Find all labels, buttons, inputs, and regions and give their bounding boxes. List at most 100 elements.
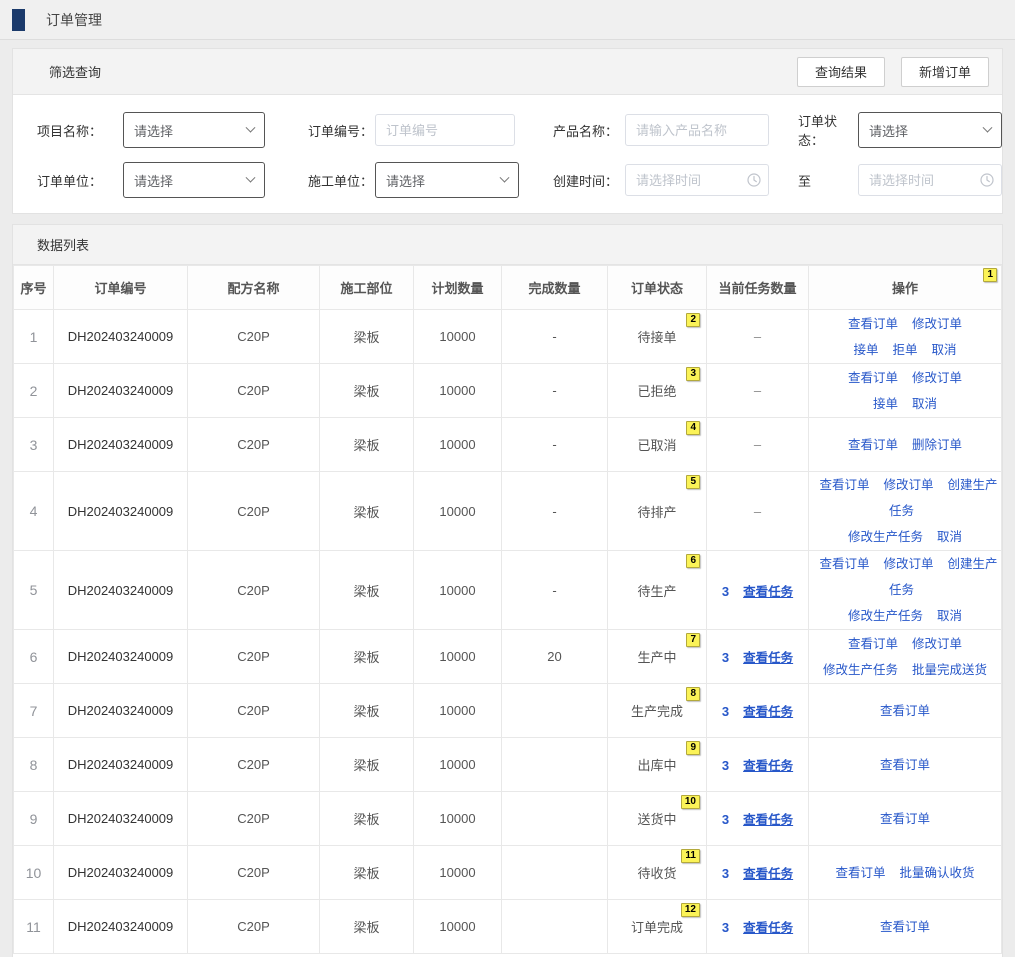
construction-unit-select[interactable]: 请选择 <box>375 162 519 198</box>
action-link[interactable]: 查看订单 <box>880 704 930 718</box>
action-link[interactable]: 删除订单 <box>912 438 962 452</box>
planned-qty-cell: 10000 <box>414 418 502 472</box>
completed-qty-cell <box>502 684 608 738</box>
action-link[interactable]: 修改生产任务 <box>823 663 898 677</box>
status-cell: 7生产中 <box>608 630 707 684</box>
view-tasks-link[interactable]: 查看任务 <box>743 651 793 665</box>
annotation-marker: 11 <box>681 849 700 863</box>
action-link[interactable]: 修改订单 <box>912 637 962 651</box>
actions-cell: 查看订单 <box>809 792 1002 846</box>
project-name-select[interactable]: 请选择 <box>123 112 265 148</box>
planned-qty-cell: 10000 <box>414 364 502 418</box>
order-unit-label: 订单单位： <box>37 171 123 190</box>
table-row: 7DH202403240009C20P梁板100008生产完成3查看任务查看订单 <box>14 684 1002 738</box>
view-tasks-link[interactable]: 查看任务 <box>743 585 793 599</box>
order-status-select[interactable]: 请选择 <box>858 112 1002 148</box>
annotation-marker: 5 <box>686 475 700 489</box>
order-unit-select[interactable]: 请选择 <box>123 162 265 198</box>
completed-qty-cell <box>502 792 608 846</box>
action-link[interactable]: 修改生产任务 <box>848 530 923 544</box>
action-line: 查看订单 <box>809 698 1001 724</box>
action-link[interactable]: 查看订单 <box>880 920 930 934</box>
completed-qty-cell: - <box>502 418 608 472</box>
completed-qty-cell <box>502 738 608 792</box>
action-link[interactable]: 取消 <box>912 397 937 411</box>
action-link[interactable]: 修改订单 <box>912 371 962 385</box>
query-results-button[interactable]: 查询结果 <box>797 57 885 87</box>
action-link[interactable]: 查看订单 <box>848 317 898 331</box>
action-link[interactable]: 查看订单 <box>848 371 898 385</box>
task-dash: – <box>754 437 761 452</box>
task-count-cell: – <box>707 364 809 418</box>
task-dash: – <box>754 383 761 398</box>
action-link[interactable]: 接单 <box>873 397 898 411</box>
add-order-button[interactable]: 新增订单 <box>901 57 989 87</box>
actions-cell: 查看订单 <box>809 738 1002 792</box>
action-link[interactable]: 批量完成送货 <box>912 663 987 677</box>
recipe-cell: C20P <box>188 900 320 954</box>
status-cell: 4已取消 <box>608 418 707 472</box>
clock-icon <box>747 173 761 187</box>
view-tasks-link[interactable]: 查看任务 <box>743 759 793 773</box>
action-link[interactable]: 接单 <box>853 343 878 357</box>
order-no-cell: DH202403240009 <box>54 684 188 738</box>
action-link[interactable]: 查看订单 <box>819 478 869 492</box>
table-row: 1DH202403240009C20P梁板10000-2待接单–查看订单修改订单… <box>14 310 1002 364</box>
planned-qty-cell: 10000 <box>414 792 502 846</box>
view-tasks-link[interactable]: 查看任务 <box>743 813 793 827</box>
table-row: 2DH202403240009C20P梁板10000-3已拒绝–查看订单修改订单… <box>14 364 1002 418</box>
action-link[interactable]: 查看订单 <box>835 866 885 880</box>
actions-cell: 查看订单 批量确认收货 <box>809 846 1002 900</box>
recipe-cell: C20P <box>188 846 320 900</box>
completed-qty-cell: - <box>502 551 608 630</box>
filter-section: 筛选查询 查询结果 新增订单 项目名称： 请选择 订单编号： <box>12 48 1003 214</box>
action-link[interactable]: 查看订单 <box>880 758 930 772</box>
action-line: 查看订单修改订单创建生产任务 <box>809 472 1001 524</box>
action-link[interactable]: 修改生产任务 <box>848 609 923 623</box>
status-cell: 8生产完成 <box>608 684 707 738</box>
actions-cell: 查看订单修改订单创建生产任务修改生产任务取消 <box>809 472 1002 551</box>
status-text: 送货中 <box>637 812 676 827</box>
column-header: 订单编号 <box>54 266 188 310</box>
chevron-down-icon <box>246 172 256 182</box>
part-cell: 梁板 <box>320 684 414 738</box>
task-count: 3 <box>722 758 729 773</box>
table-row: 10DH202403240009C20P梁板1000011待收货3查看任务查看订… <box>14 846 1002 900</box>
view-tasks-link[interactable]: 查看任务 <box>743 921 793 935</box>
column-header: 序号 <box>14 266 54 310</box>
action-link[interactable]: 批量确认收货 <box>900 866 975 880</box>
order-no-input[interactable] <box>375 114 515 146</box>
seq-cell: 9 <box>14 792 54 846</box>
task-count-cell: 3查看任务 <box>707 551 809 630</box>
action-link[interactable]: 取消 <box>937 530 962 544</box>
action-link[interactable]: 取消 <box>937 609 962 623</box>
action-link[interactable]: 查看订单 <box>819 557 869 571</box>
action-link[interactable]: 修改订单 <box>883 557 933 571</box>
product-name-input[interactable] <box>625 114 769 146</box>
action-link[interactable]: 查看订单 <box>880 812 930 826</box>
action-link[interactable]: 拒单 <box>892 343 917 357</box>
action-link[interactable]: 修改订单 <box>912 317 962 331</box>
annotation-marker: 3 <box>686 367 700 381</box>
action-link[interactable]: 查看订单 <box>848 438 898 452</box>
annotation-marker: 9 <box>686 741 700 755</box>
task-count: 3 <box>722 650 729 665</box>
task-dash: – <box>754 329 761 344</box>
chevron-down-icon <box>983 122 993 132</box>
title-accent-bar <box>12 9 25 31</box>
column-header: 配方名称 <box>188 266 320 310</box>
order-no-cell: DH202403240009 <box>54 418 188 472</box>
action-line: 查看订单修改订单 <box>809 311 1001 337</box>
column-header: 完成数量 <box>502 266 608 310</box>
view-tasks-link[interactable]: 查看任务 <box>743 705 793 719</box>
actions-cell: 查看订单删除订单 <box>809 418 1002 472</box>
status-cell: 9出库中 <box>608 738 707 792</box>
action-link[interactable]: 修改订单 <box>883 478 933 492</box>
view-tasks-link[interactable]: 查看任务 <box>743 867 793 881</box>
create-time-label: 创建时间： <box>553 171 625 190</box>
action-link[interactable]: 取消 <box>932 343 957 357</box>
task-count-cell: 3 查看任务 <box>707 630 809 684</box>
action-link[interactable]: 查看订单 <box>848 637 898 651</box>
action-line: 修改生产任务取消 <box>809 524 1001 550</box>
status-text: 待排产 <box>637 505 676 520</box>
